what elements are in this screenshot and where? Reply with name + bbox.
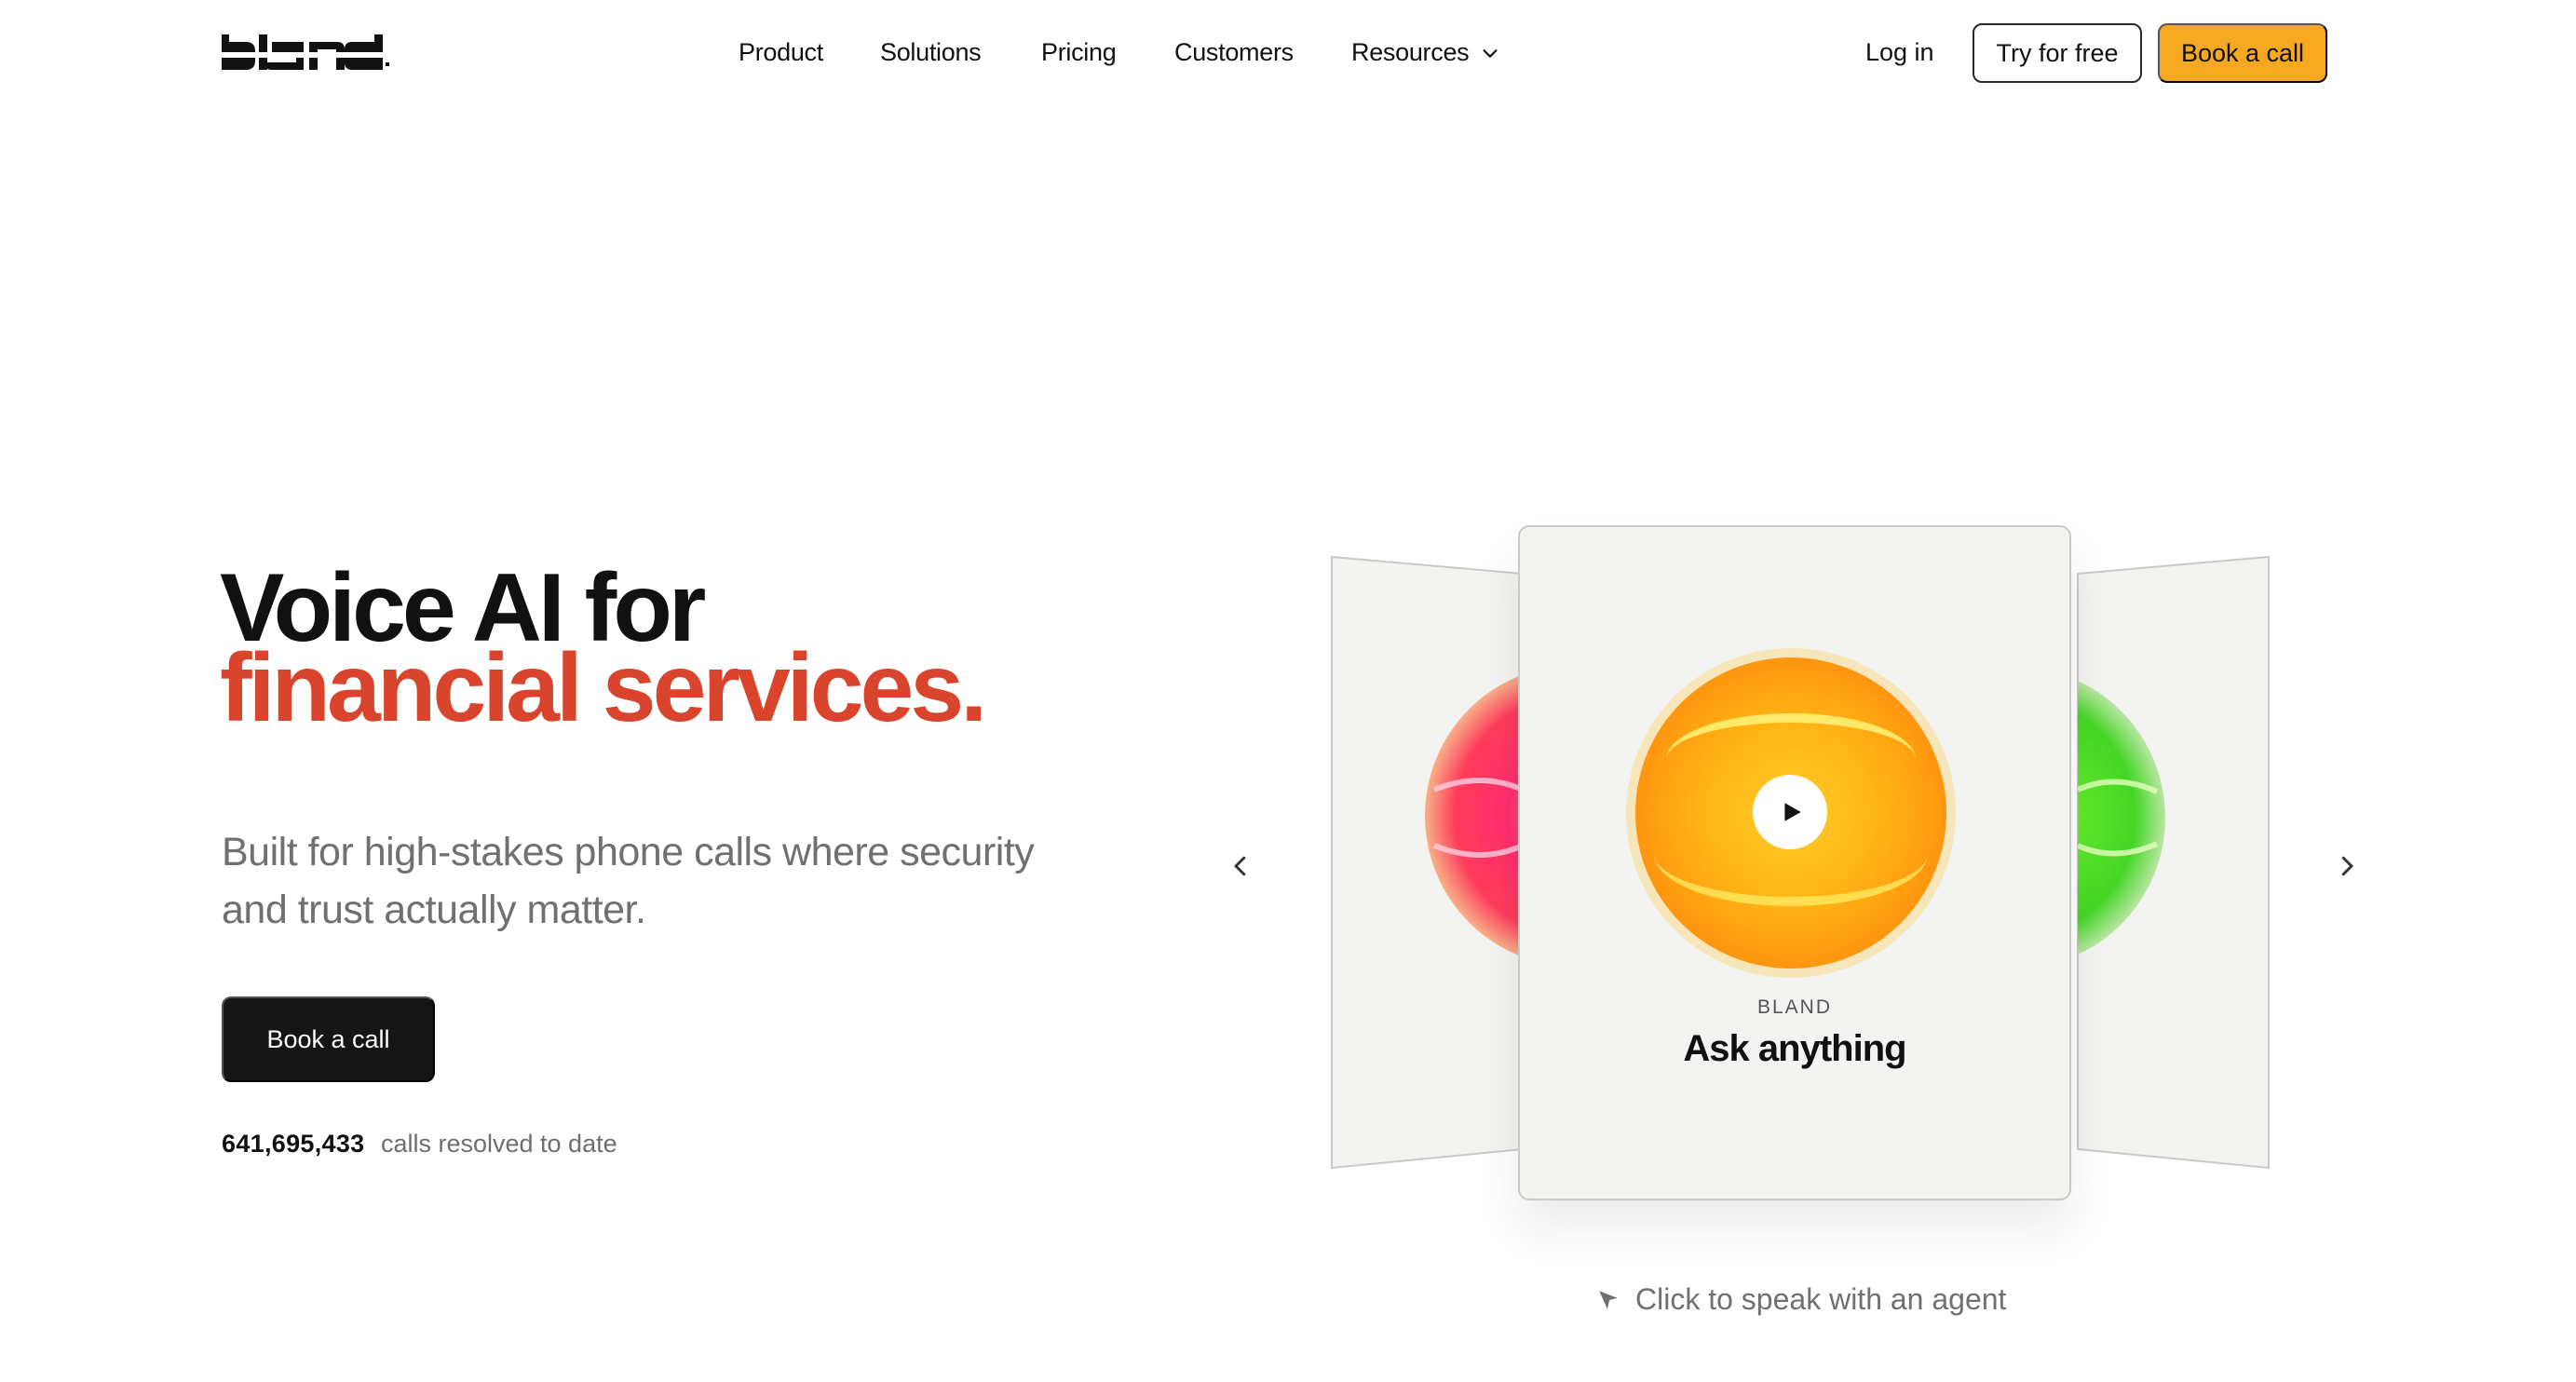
chevron-down-icon bbox=[1483, 48, 1498, 58]
nav-resources-label: Resources bbox=[1351, 38, 1470, 66]
hero-title-line2: financial services. bbox=[220, 634, 987, 742]
book-call-hero-button[interactable]: Book a call bbox=[222, 996, 435, 1082]
play-icon bbox=[1784, 803, 1801, 821]
book-call-nav-button[interactable]: Book a call bbox=[2158, 23, 2327, 83]
carousel-card-right[interactable] bbox=[2077, 555, 2270, 1170]
speak-with-agent-hint[interactable]: Click to speak with an agent bbox=[1596, 1282, 2006, 1317]
nav-solutions[interactable]: Solutions bbox=[880, 38, 982, 67]
bland-logo[interactable]: bland bbox=[222, 29, 391, 75]
nav-pricing[interactable]: Pricing bbox=[1041, 38, 1117, 67]
carousel-prev-button[interactable] bbox=[1220, 846, 1261, 887]
play-button[interactable] bbox=[1753, 775, 1827, 849]
carousel-card-center[interactable]: BLAND Ask anything bbox=[1518, 525, 2071, 1200]
speak-with-agent-label: Click to speak with an agent bbox=[1635, 1282, 2007, 1316]
nav-product[interactable]: Product bbox=[739, 38, 823, 67]
chevron-right-icon bbox=[2341, 856, 2353, 876]
calls-count: 641,695,433 bbox=[222, 1130, 365, 1158]
hero-title: Voice AI for financial services. bbox=[220, 560, 987, 742]
hero-subtitle: Built for high-stakes phone calls where … bbox=[222, 830, 1035, 932]
chevron-left-icon bbox=[1234, 856, 1246, 876]
cursor-arrow-icon bbox=[1599, 1290, 1618, 1309]
try-for-free-button[interactable]: Try for free bbox=[1973, 23, 2142, 83]
calls-stat: 641,695,433 calls resolved to date bbox=[222, 1130, 617, 1158]
carousel-next-button[interactable] bbox=[2326, 846, 2367, 887]
card-brand-label: BLAND bbox=[1756, 996, 1833, 1018]
login-link[interactable]: Log in bbox=[1865, 38, 1934, 67]
nav-resources[interactable]: Resources bbox=[1351, 38, 1500, 67]
card-title: Ask anything bbox=[1683, 1028, 1906, 1069]
carousel-card-left[interactable] bbox=[1331, 555, 1524, 1170]
nav-customers[interactable]: Customers bbox=[1174, 38, 1294, 67]
orange-orb[interactable] bbox=[1635, 657, 1946, 969]
calls-count-label: calls resolved to date bbox=[380, 1130, 617, 1158]
